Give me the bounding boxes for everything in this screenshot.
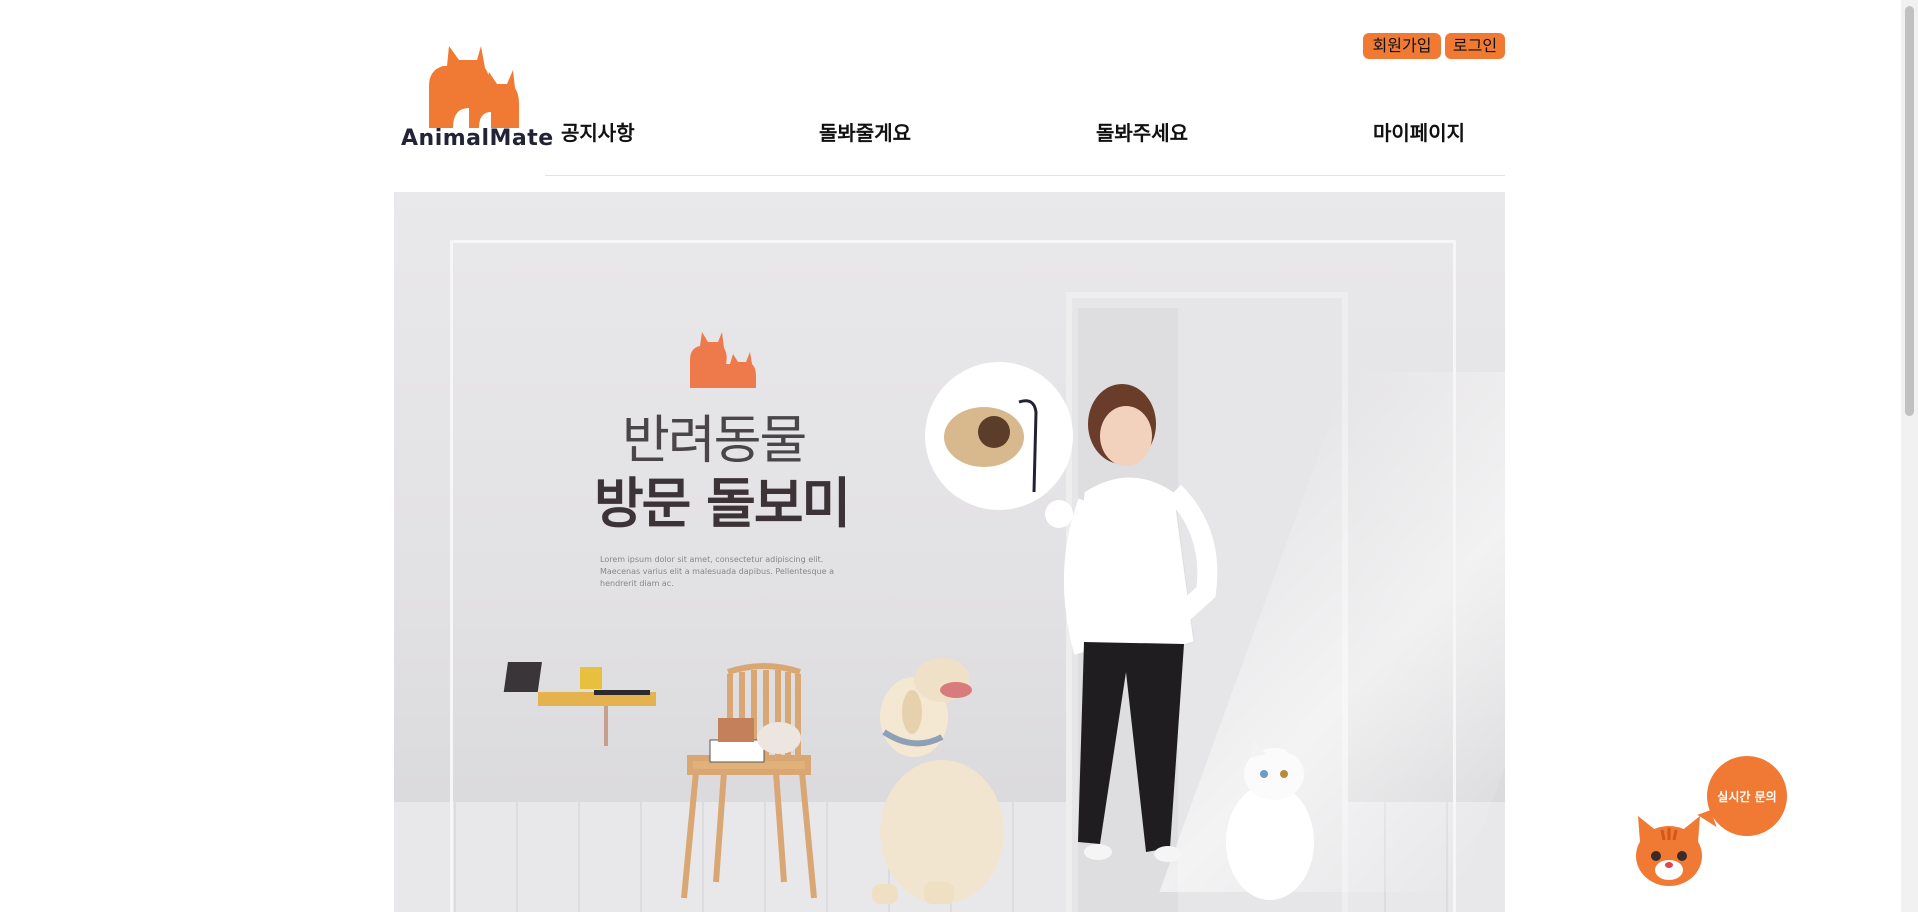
logo-text: AnimalMate xyxy=(401,126,554,151)
login-button[interactable]: 로그인 xyxy=(1445,33,1505,59)
scrollbar-thumb[interactable] xyxy=(1905,6,1914,416)
hero-title-line2: 방문 돌보미 xyxy=(594,472,851,535)
chair-box xyxy=(718,718,754,742)
thought-bubble xyxy=(925,362,1087,547)
wooden-chair xyxy=(681,663,817,899)
woman-figure xyxy=(1063,384,1218,862)
chair-cushion xyxy=(757,722,801,754)
nav-item-notice[interactable]: 공지사항 xyxy=(561,117,635,146)
nav-item-need-care[interactable]: 돌봐주세요 xyxy=(1096,117,1188,146)
signup-button[interactable]: 회원가입 xyxy=(1363,33,1441,59)
nav-divider xyxy=(545,175,1505,176)
white-persian-cat xyxy=(1226,738,1314,900)
nav-item-mypage[interactable]: 마이페이지 xyxy=(1373,117,1465,146)
wall-shelf xyxy=(503,662,656,746)
cat-face-icon[interactable] xyxy=(1634,810,1704,886)
hero-lorem-text: Lorem ipsum dolor sit amet, consectetur … xyxy=(600,555,834,588)
dog-and-cat-logo-icon xyxy=(429,46,519,128)
hero-pet-logo-icon xyxy=(690,332,756,388)
site-logo[interactable]: AnimalMate xyxy=(399,42,554,158)
page-scrollbar[interactable] xyxy=(1901,0,1918,912)
chair-books xyxy=(709,739,765,763)
labrador-dog xyxy=(872,658,1004,904)
hero-illustration xyxy=(503,332,1314,904)
live-chat-label[interactable]: 실시간 문의 xyxy=(1707,788,1787,805)
hero-banner: 반려동물 방문 돌보미 Lorem ipsum dolor sit amet, … xyxy=(394,192,1505,912)
nav-item-will-care[interactable]: 돌봐줄게요 xyxy=(819,117,911,146)
